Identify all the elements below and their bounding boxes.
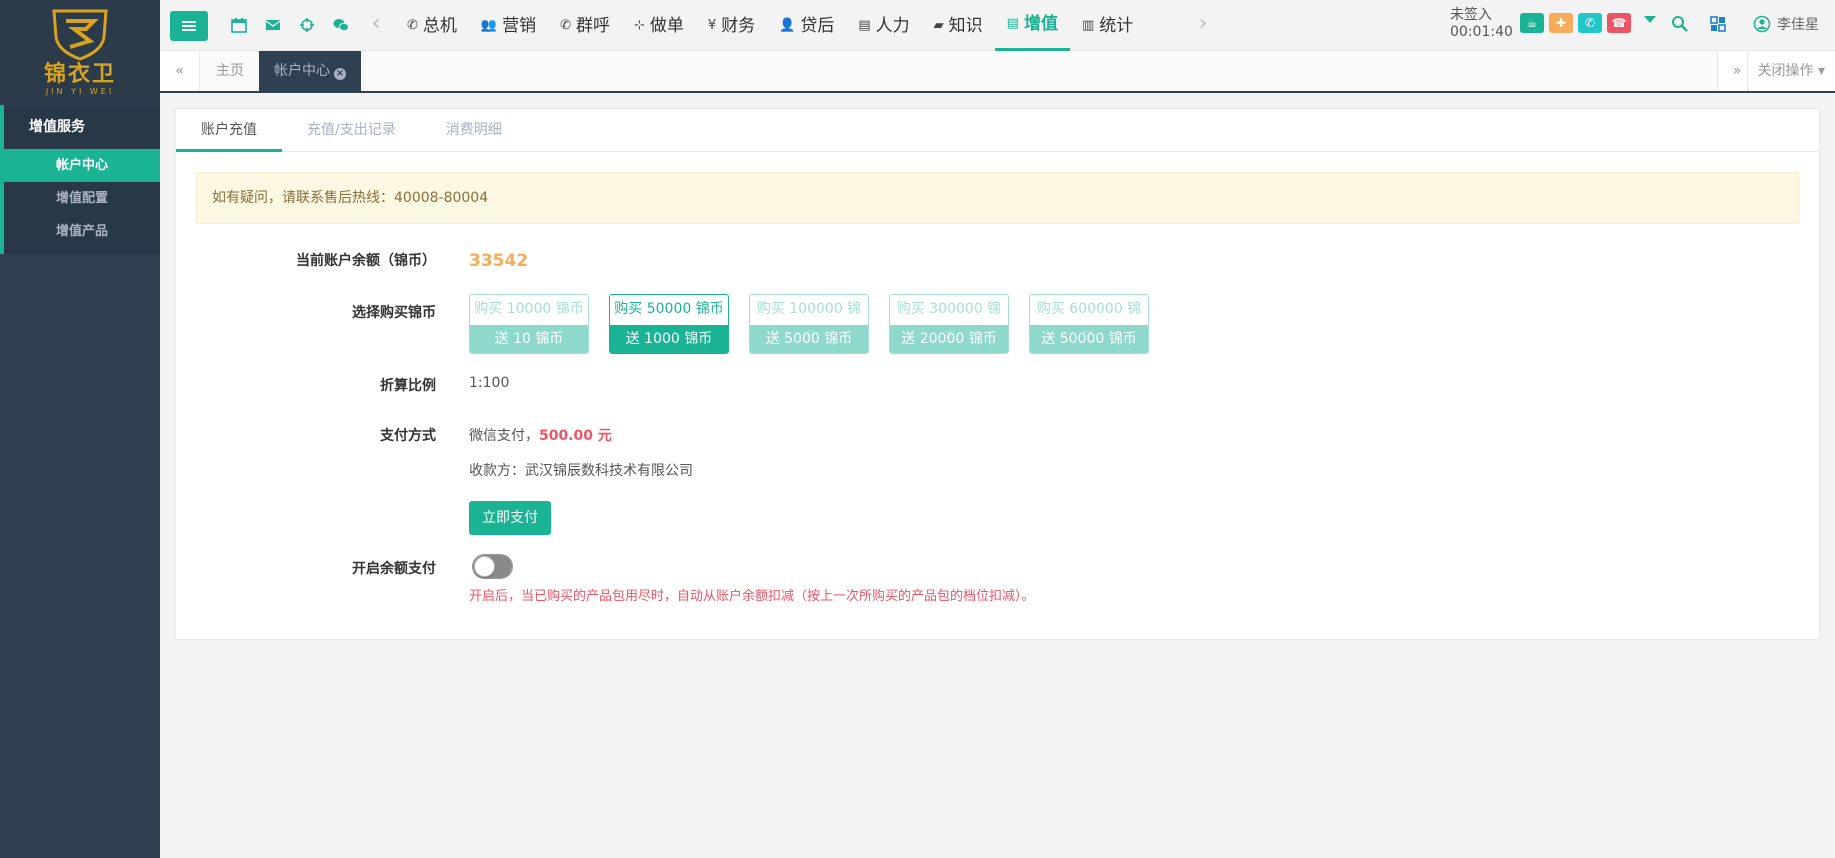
wechat-icon[interactable] bbox=[324, 14, 358, 36]
tab-account-recharge[interactable]: 账户充值 bbox=[176, 109, 282, 152]
close-operations-dropdown[interactable]: 关闭操作 ▾ bbox=[1746, 51, 1835, 91]
chevron-left-icon[interactable]: ‹ bbox=[366, 12, 386, 38]
tab-consumption-detail[interactable]: 消费明细 bbox=[421, 109, 527, 152]
sidebar-item-value-config[interactable]: 增值配置 bbox=[4, 182, 160, 215]
list-icon: ▤ bbox=[1006, 16, 1019, 31]
user-circle-icon bbox=[1753, 15, 1771, 33]
payment-amount: 500.00 元 bbox=[539, 428, 612, 444]
yen-icon: ¥ bbox=[707, 17, 717, 33]
phone-signal-icon: ✆ bbox=[560, 17, 571, 33]
user-plus-icon: 👤 bbox=[779, 17, 796, 33]
tab-account-center[interactable]: 帐户中心 × bbox=[259, 51, 361, 91]
bar-chart-icon: ▥ bbox=[1081, 17, 1095, 33]
ratio-value: 1:100 bbox=[469, 375, 510, 391]
toggle-knob bbox=[474, 556, 495, 577]
package-option-selected[interactable]: 购买 50000 锦币 送 1000 锦币 bbox=[609, 294, 729, 354]
pay-now-button[interactable]: 立即支付 bbox=[469, 501, 551, 535]
content-tabs: 账户充值 充值/支出记录 消费明细 bbox=[176, 109, 1819, 152]
package-option[interactable]: 购买 100000 锦币 送 5000 锦币 bbox=[749, 294, 869, 354]
id-card-icon: ▤ bbox=[858, 17, 871, 33]
balance-pay-toggle[interactable] bbox=[472, 554, 513, 579]
grid-icon[interactable] bbox=[1710, 16, 1726, 32]
user-name: 李佳星 bbox=[1777, 17, 1819, 33]
hangup-button[interactable]: ☎ bbox=[1607, 13, 1631, 33]
sitemap-icon: ⊹ bbox=[634, 17, 645, 33]
phone-controls: ☕ ✚ ✆ ☎ bbox=[1520, 13, 1631, 33]
menu-toggle-button[interactable] bbox=[170, 11, 208, 41]
nav-item-finance[interactable]: ¥ 财务 bbox=[696, 0, 767, 51]
balance-label: 当前账户余额（锦币） bbox=[296, 253, 436, 269]
sign-in-status: 未签入 00:01:40 bbox=[1450, 7, 1513, 40]
users-icon: 👥 bbox=[480, 17, 498, 33]
account-panel: 账户充值 充值/支出记录 消费明细 如有疑问，请联系售后热线：40008-800… bbox=[175, 108, 1820, 640]
nav-item-knowledge[interactable]: ▰ 知识 bbox=[922, 0, 995, 51]
shield-logo-icon bbox=[52, 9, 108, 61]
nav-item-group-call[interactable]: ✆ 群呼 bbox=[548, 0, 622, 51]
mail-icon[interactable] bbox=[256, 14, 290, 36]
nav-item-hr[interactable]: ▤ 人力 bbox=[846, 0, 921, 51]
main-nav: ✆ 总机 👥 营销 ✆ 群呼 ⊹ 做单 ¥ 财务 👤 贷后 ▤ 人力 ▰ 知识 ▤ 增值 ▥ 统计 bbox=[395, 0, 1145, 51]
add-button[interactable]: ✚ bbox=[1549, 13, 1573, 33]
phone-signal-icon: ✆ bbox=[407, 17, 418, 33]
caret-down-icon[interactable] bbox=[1644, 16, 1656, 23]
payee-text: 收款方：武汉锦辰数科技术有限公司 bbox=[469, 463, 693, 479]
page-tabs: « 主页 帐户中心 × » 关闭操作 ▾ bbox=[160, 51, 1835, 93]
balance-value: 33542 bbox=[469, 251, 529, 271]
package-option[interactable]: 购买 600000 锦币 送 50000 锦币 bbox=[1029, 294, 1149, 354]
user-menu[interactable]: 李佳星 bbox=[1753, 14, 1819, 34]
nav-item-post-loan[interactable]: 👤 贷后 bbox=[767, 0, 846, 51]
payment-method-label: 支付方式 bbox=[380, 428, 436, 444]
tabs-scroll-left-icon[interactable]: « bbox=[160, 51, 200, 91]
logo-text: 锦衣卫 bbox=[43, 61, 116, 87]
calendar-icon[interactable] bbox=[222, 14, 256, 36]
support-notice: 如有疑问，请联系售后热线：40008-80004 bbox=[196, 172, 1799, 224]
nav-item-marketing[interactable]: 👥 营销 bbox=[469, 0, 548, 51]
choose-package-label: 选择购买锦币 bbox=[352, 305, 436, 321]
call-button[interactable]: ✆ bbox=[1578, 13, 1602, 33]
balance-pay-hint: 开启后，当已购买的产品包用尽时，自动从账户余额扣减（按上一次所购买的产品包的档位… bbox=[469, 589, 1035, 604]
close-icon[interactable]: × bbox=[334, 68, 346, 80]
sidebar-item-account-center[interactable]: 帐户中心 bbox=[4, 149, 160, 182]
nav-item-orders[interactable]: ⊹ 做单 bbox=[622, 0, 696, 51]
hamburger-icon bbox=[182, 21, 196, 31]
nav-item-statistics[interactable]: ▥ 统计 bbox=[1070, 0, 1145, 51]
chevron-right-icon[interactable]: › bbox=[1193, 12, 1213, 38]
coffee-break-button[interactable]: ☕ bbox=[1520, 13, 1544, 33]
package-option[interactable]: 购买 300000 锦币 送 20000 锦币 bbox=[889, 294, 1009, 354]
logo-subtext: JIN YI WEI bbox=[45, 86, 115, 96]
balance-pay-label: 开启余额支付 bbox=[352, 561, 436, 577]
sidebar-group-value-added: 增值服务 帐户中心 增值配置 增值产品 bbox=[0, 105, 160, 254]
logo: 锦衣卫 JIN YI WEI bbox=[0, 0, 160, 103]
ratio-label: 折算比例 bbox=[380, 378, 436, 394]
nav-item-switchboard[interactable]: ✆ 总机 bbox=[395, 0, 469, 51]
sidebar-item-value-products[interactable]: 增值产品 bbox=[4, 215, 160, 248]
sidebar: 锦衣卫 JIN YI WEI 增值服务 帐户中心 增值配置 增值产品 bbox=[0, 0, 160, 858]
package-option[interactable]: 购买 10000 锦币 送 10 锦币 bbox=[469, 294, 589, 354]
crosshair-icon[interactable] bbox=[290, 14, 324, 36]
payment-method-value: 微信支付，500.00 元 bbox=[469, 428, 612, 444]
nav-item-value-added[interactable]: ▤ 增值 bbox=[994, 0, 1070, 51]
caret-down-icon: ▾ bbox=[1817, 63, 1825, 79]
book-icon: ▰ bbox=[933, 17, 944, 33]
sidebar-group-title[interactable]: 增值服务 bbox=[4, 105, 160, 149]
tab-home[interactable]: 主页 bbox=[201, 51, 259, 91]
package-options: 购买 10000 锦币 送 10 锦币 购买 50000 锦币 送 1000 锦… bbox=[469, 294, 1149, 354]
top-navbar: ‹ ✆ 总机 👥 营销 ✆ 群呼 ⊹ 做单 ¥ 财务 👤 贷后 ▤ 人力 ▰ 知识 ▤ 增值 ▥ 统… bbox=[160, 0, 1835, 51]
search-icon[interactable] bbox=[1670, 14, 1690, 34]
tab-recharge-records[interactable]: 充值/支出记录 bbox=[282, 109, 421, 152]
